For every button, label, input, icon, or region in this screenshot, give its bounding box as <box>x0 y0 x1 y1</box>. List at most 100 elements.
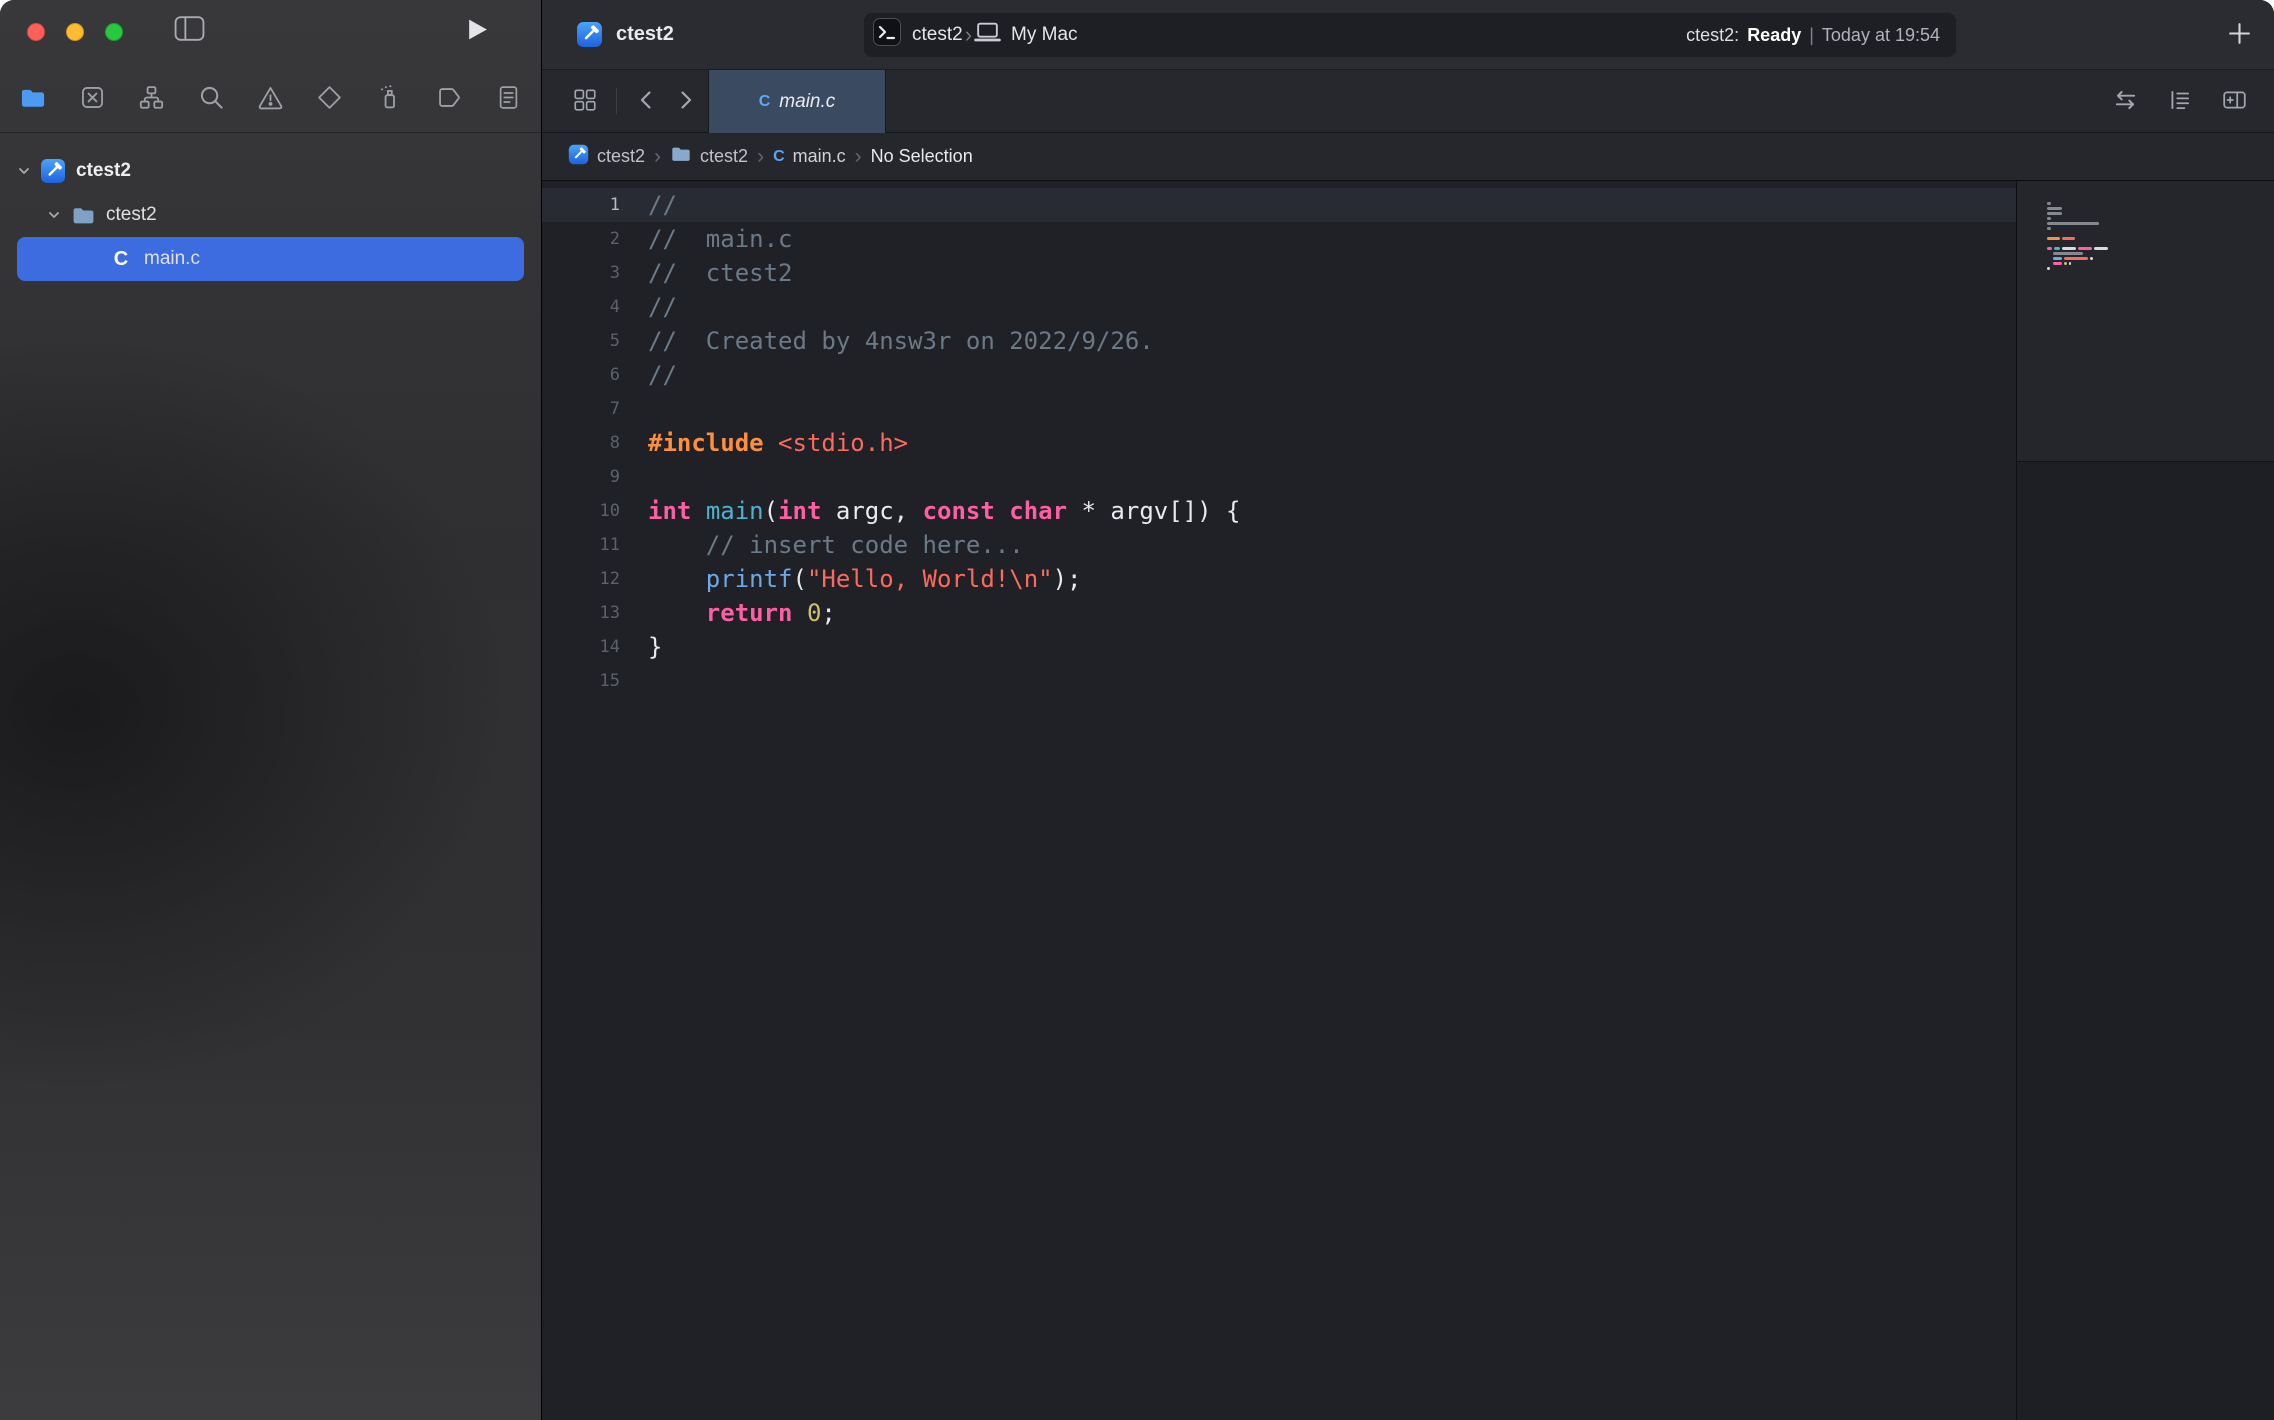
status-state-label: Ready <box>1747 25 1801 46</box>
line-number[interactable]: 4 <box>542 290 620 324</box>
editor-options-button[interactable] <box>2167 87 2193 116</box>
scheme-destination-separator: › <box>963 22 974 48</box>
line-number[interactable]: 13 <box>542 596 620 630</box>
code-line[interactable]: 7 <box>542 392 2016 426</box>
sidebar-toggle-button[interactable] <box>174 15 205 45</box>
jumpbar-selection-item[interactable]: No Selection <box>871 146 973 167</box>
plus-icon <box>2227 34 2252 49</box>
file-tree: ctest2 ctest2 Cmain.c <box>0 149 541 281</box>
minimap-line <box>2047 271 2274 276</box>
line-number[interactable]: 9 <box>542 460 620 494</box>
add-editor-button[interactable] <box>2221 87 2248 116</box>
project-navigator-tab[interactable] <box>11 77 55 121</box>
run-play-icon <box>466 30 489 45</box>
issue-navigator-tab[interactable] <box>249 77 293 121</box>
library-add-button[interactable] <box>2227 21 2252 49</box>
destination-selector[interactable]: My Mac <box>974 21 1078 50</box>
jumpbar-group-item[interactable]: ctest2 <box>670 143 748 170</box>
tree-row-c-file-main-c[interactable]: Cmain.c <box>17 237 524 281</box>
line-number[interactable]: 15 <box>542 664 620 698</box>
jumpbar-file-item[interactable]: C main.c <box>773 146 846 167</box>
code-line[interactable]: 4// <box>542 290 2016 324</box>
code-line[interactable]: 11 // insert code here... <box>542 528 2016 562</box>
code-line-text: // <box>620 290 677 324</box>
editor-options-lines-icon <box>2167 101 2193 116</box>
code-line-text: #include <stdio.h> <box>620 426 908 460</box>
test-navigator-tab[interactable] <box>308 77 352 121</box>
status-divider: | <box>1809 25 1814 46</box>
folder-icon <box>70 202 96 228</box>
find-navigator-tab[interactable] <box>189 77 233 121</box>
navigator-sidebar: ctest2 ctest2 Cmain.c <box>0 0 542 1420</box>
code-review-button[interactable] <box>2112 87 2139 116</box>
go-back-button[interactable] <box>635 88 657 115</box>
tab-main-c[interactable]: C main.c <box>708 70 886 133</box>
breadcrumb-chevron-icon: › <box>855 145 862 169</box>
code-line[interactable]: 14} <box>542 630 2016 664</box>
tree-item-label: ctest2 <box>106 204 157 226</box>
disclosure-chevron-icon[interactable] <box>14 163 34 179</box>
code-line-text: } <box>620 630 662 664</box>
line-number[interactable]: 5 <box>542 324 620 358</box>
code-line-text <box>620 664 648 698</box>
report-navigator-tab[interactable] <box>486 77 530 121</box>
minimize-window-button[interactable] <box>66 23 84 41</box>
minimap-visible-region[interactable] <box>2017 181 2274 462</box>
disclosure-chevron-icon[interactable] <box>44 207 64 223</box>
breakpoint-navigator-icon <box>435 84 462 114</box>
code-area[interactable]: 1//2// main.c3// ctest24//5// Created by… <box>542 181 2016 1420</box>
code-line[interactable]: 15 <box>542 664 2016 698</box>
c-file-type-icon: C <box>773 148 785 166</box>
tree-item-label: main.c <box>144 248 200 270</box>
code-line-text: // insert code here... <box>620 528 1024 562</box>
run-button[interactable] <box>466 17 489 45</box>
breakpoint-navigator-tab[interactable] <box>427 77 471 121</box>
chevron-right-icon <box>675 100 697 115</box>
code-line[interactable]: 6// <box>542 358 2016 392</box>
line-number[interactable]: 14 <box>542 630 620 664</box>
status-project-label: ctest2: <box>1686 25 1739 46</box>
go-forward-button[interactable] <box>675 88 697 115</box>
editor-overview-button[interactable] <box>572 87 598 116</box>
close-window-button[interactable] <box>27 23 45 41</box>
line-number[interactable]: 3 <box>542 256 620 290</box>
code-line[interactable]: 5// Created by 4nsw3r on 2022/9/26. <box>542 324 2016 358</box>
line-number[interactable]: 2 <box>542 222 620 256</box>
jumpbar-project-item[interactable]: ctest2 <box>568 144 645 170</box>
scheme-selector[interactable]: ctest2 <box>872 17 963 53</box>
code-line[interactable]: 13 return 0; <box>542 596 2016 630</box>
line-number[interactable]: 10 <box>542 494 620 528</box>
code-line[interactable]: 12 printf("Hello, World!\n"); <box>542 562 2016 596</box>
code-line[interactable]: 9 <box>542 460 2016 494</box>
debug-navigator-tab[interactable] <box>367 77 411 121</box>
line-number[interactable]: 12 <box>542 562 620 596</box>
destination-name: My Mac <box>1011 24 1078 46</box>
tab-bar-right-controls <box>2112 87 2248 116</box>
code-line[interactable]: 10int main(int argc, const char * argv[]… <box>542 494 2016 528</box>
changes-navigator-tab[interactable] <box>70 77 114 121</box>
tree-row-project-ctest2[interactable]: ctest2 <box>0 149 541 193</box>
zoom-window-button[interactable] <box>105 23 123 41</box>
tab-bar-left-controls <box>572 87 697 116</box>
folder-icon <box>670 143 692 170</box>
c-file-icon: C <box>108 246 134 272</box>
activity-status[interactable]: ctest2: Ready | Today at 19:54 <box>1686 25 1940 46</box>
code-line-text: // ctest2 <box>620 256 793 290</box>
breadcrumb-chevron-icon: › <box>757 145 764 169</box>
code-line[interactable]: 3// ctest2 <box>542 256 2016 290</box>
jumpbar-file-label: main.c <box>793 146 846 167</box>
code-line[interactable]: 8#include <stdio.h> <box>542 426 2016 460</box>
symbol-navigator-tab[interactable] <box>130 77 174 121</box>
line-number[interactable]: 6 <box>542 358 620 392</box>
tree-item-label: ctest2 <box>76 160 131 182</box>
line-number[interactable]: 7 <box>542 392 620 426</box>
line-number[interactable]: 11 <box>542 528 620 562</box>
tree-row-folder-ctest2[interactable]: ctest2 <box>0 193 541 237</box>
line-number[interactable]: 8 <box>542 426 620 460</box>
line-number[interactable]: 1 <box>542 188 620 222</box>
report-navigator-icon <box>495 84 522 114</box>
minimap[interactable] <box>2016 181 2274 1420</box>
code-line[interactable]: 2// main.c <box>542 222 2016 256</box>
code-line[interactable]: 1// <box>542 188 2016 222</box>
code-line-text: // <box>620 358 677 392</box>
